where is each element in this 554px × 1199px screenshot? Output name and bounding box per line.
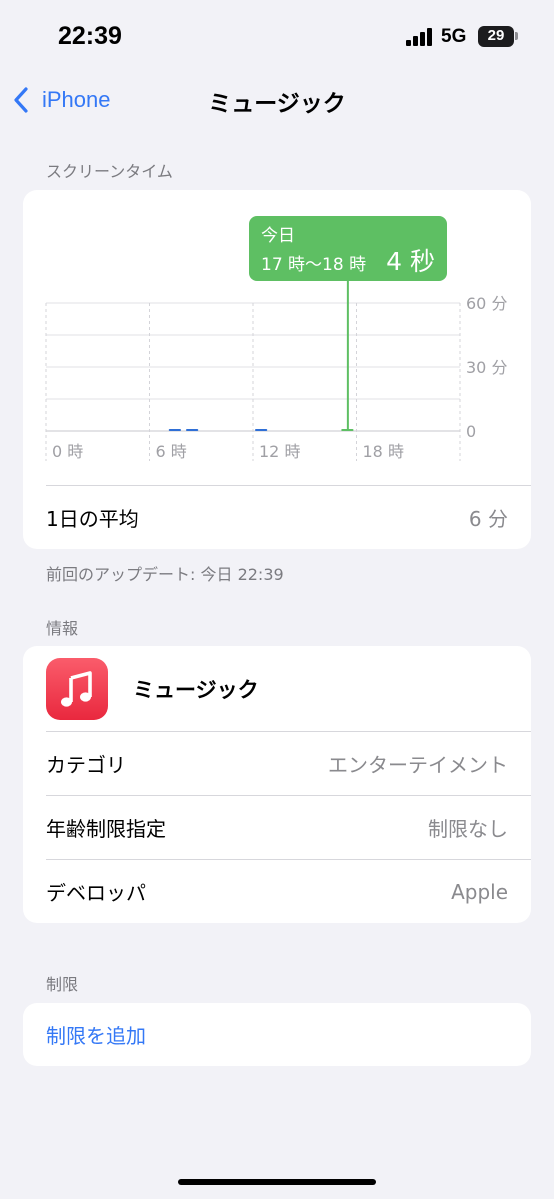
status-time: 22:39: [58, 22, 122, 50]
chart-y-ticks: 60 分 30 分 0: [466, 294, 507, 441]
add-limit-button[interactable]: 制限を追加: [46, 1020, 146, 1049]
tooltip-range: 17 時〜18 時: [261, 255, 366, 275]
chart-bar: [186, 429, 199, 431]
music-app-icon: [46, 658, 108, 720]
category-label: カテゴリ: [46, 753, 126, 777]
category-value: エンターテイメント: [328, 753, 508, 777]
tooltip-value: 4 秒: [386, 247, 435, 276]
info-row-age-rating: 年齢制限指定 制限なし: [46, 796, 531, 859]
last-update-text: 前回のアップデート: 今日 22:39: [46, 565, 284, 584]
x-tick-label: 12 時: [259, 442, 300, 461]
network-label: 5G: [441, 26, 467, 47]
age-rating-label: 年齢制限指定: [46, 817, 166, 841]
daily-average-label: 1日の平均: [46, 507, 139, 531]
daily-average-row: 1日の平均 6 分: [46, 486, 531, 549]
daily-average-value: 6 分: [468, 507, 508, 531]
page-title: ミュージック: [208, 91, 346, 117]
app-name: ミュージック: [133, 678, 259, 702]
section-label-limits: 制限: [46, 975, 79, 994]
age-rating-value: 制限なし: [428, 817, 508, 841]
screen-time-card: 0 時 6 時 12 時 18 時 60 分 30 分 0 今日 17 時〜18 時 4 …: [23, 190, 531, 549]
x-tick-label: 18 時: [363, 442, 404, 461]
chart-x-ticks: 0 時 6 時 12 時 18 時: [52, 442, 404, 461]
section-label-info: 情報: [46, 619, 79, 638]
y-tick-label: 60 分: [466, 294, 507, 313]
x-tick-label: 0 時: [52, 442, 83, 461]
info-row-category: カテゴリ エンターテイメント: [46, 732, 531, 795]
nav-bar: iPhone ミュージック: [0, 76, 554, 124]
x-tick-label: 6 時: [156, 442, 187, 461]
developer-label: デベロッパ: [46, 881, 146, 905]
y-tick-label: 30 分: [466, 358, 507, 377]
limits-card: 制限を追加: [23, 1003, 531, 1066]
home-indicator[interactable]: [178, 1179, 376, 1185]
battery-level: 29: [487, 27, 505, 44]
y-tick-label: 0: [466, 422, 476, 441]
tooltip-day: 今日: [261, 226, 295, 246]
music-note-icon: [61, 671, 92, 707]
info-row-developer: デベロッパ Apple: [46, 860, 531, 923]
status-bar: 22:39 5G 29: [0, 0, 554, 76]
developer-value: Apple: [451, 879, 508, 904]
chart-bar: [168, 429, 181, 431]
info-card: ミュージック カテゴリ エンターテイメント 年齢制限指定 制限なし デベロッパ …: [23, 646, 531, 923]
usage-chart[interactable]: 0 時 6 時 12 時 18 時 60 分 30 分 0 今日 17 時〜18 時 4 …: [23, 190, 531, 485]
section-label-screen-time: スクリーンタイム: [46, 162, 173, 181]
battery-icon: 29: [478, 26, 518, 47]
chart-bar: [255, 429, 268, 431]
chart-grid: [45, 302, 461, 461]
signal-icon: [406, 28, 434, 46]
